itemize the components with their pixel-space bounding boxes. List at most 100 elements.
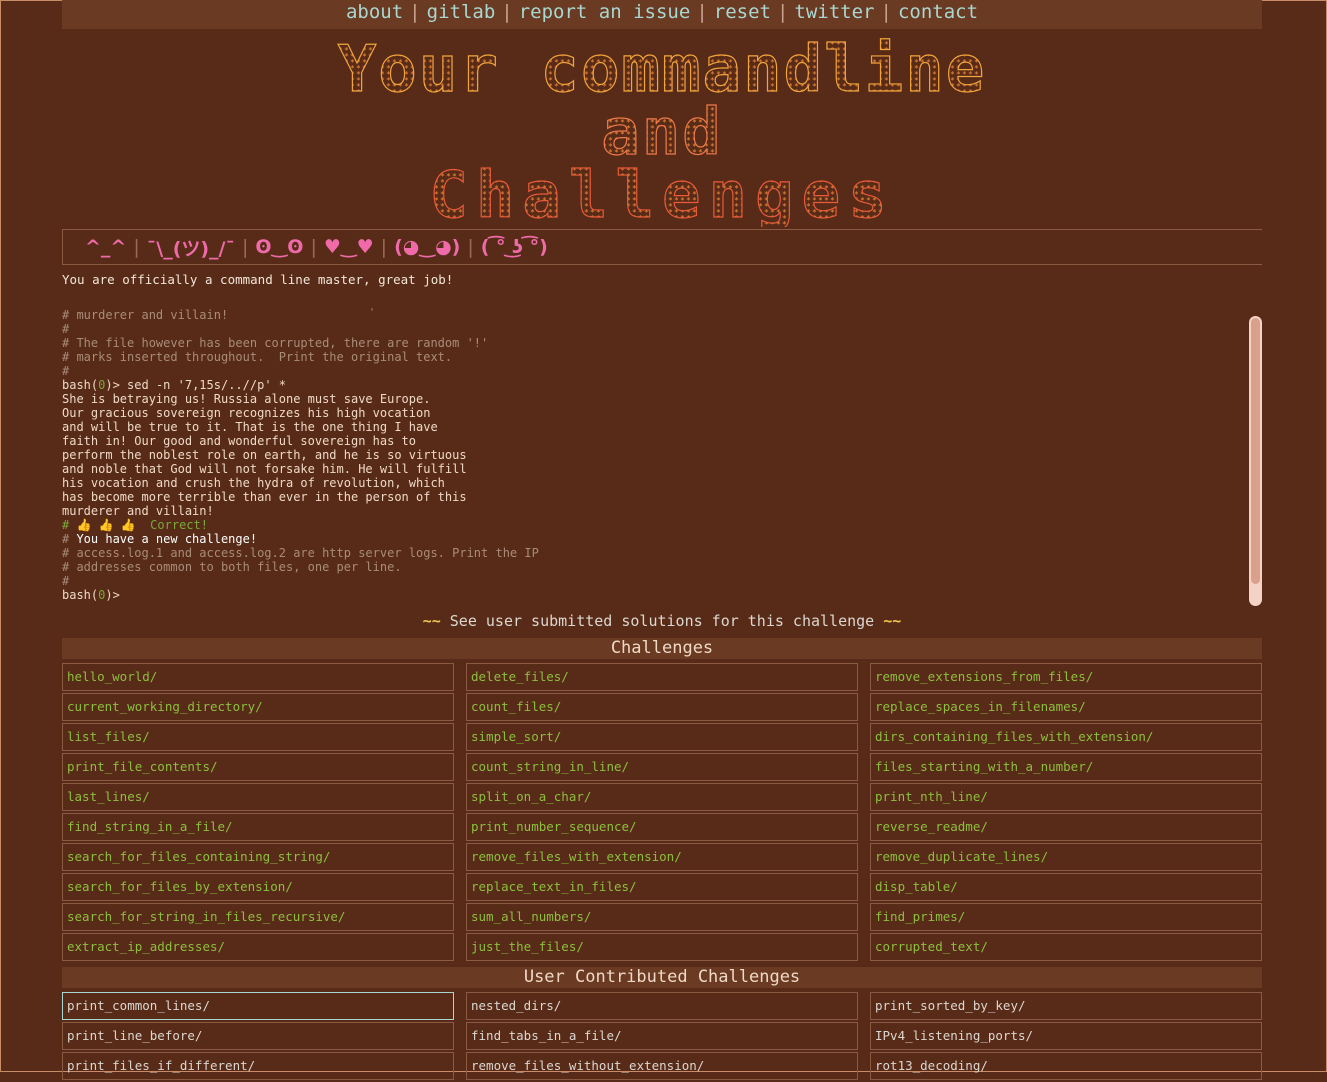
challenge-link[interactable]: remove_files_without_extension/ (466, 1052, 858, 1080)
challenge-link[interactable]: search_for_files_by_extension/ (62, 873, 454, 901)
new-challenge-text: You have a new challenge! (76, 532, 258, 546)
challenge-link[interactable]: current_working_directory/ (62, 693, 454, 721)
challenge-link[interactable]: reverse_readme/ (870, 813, 1262, 841)
challenge-link[interactable]: simple_sort/ (466, 723, 858, 751)
user-solutions-link[interactable]: ~~ See user submitted solutions for this… (62, 610, 1262, 632)
face-button-shrug[interactable]: ¯\_(ツ)_/¯ (143, 234, 239, 261)
challenge-link[interactable]: remove_files_with_extension/ (466, 843, 858, 871)
terminal-line: murderer and villain! (62, 504, 1262, 518)
terminal-line: # (62, 364, 1262, 378)
terminal-line: has become more terrible than ever in th… (62, 490, 1262, 504)
challenge-link[interactable]: find_tabs_in_a_file/ (466, 1022, 858, 1050)
ascii-art-banner: * Your commandline and Challenges (62, 29, 1262, 227)
terminal-tick-mark: ' (369, 307, 376, 318)
challenge-link[interactable]: dirs_containing_files_with_extension/ (870, 723, 1262, 751)
challenge-link[interactable]: print_line_before/ (62, 1022, 454, 1050)
challenge-link[interactable]: split_on_a_char/ (466, 783, 858, 811)
terminal-line: and will be true to it. That is the one … (62, 420, 1262, 434)
terminal-text: and noble that God will not forsake him.… (62, 462, 467, 476)
challenge-link[interactable]: print_nth_line/ (870, 783, 1262, 811)
terminal-line: perform the noblest role on earth, and h… (62, 448, 1262, 462)
nav-twitter-link[interactable]: twitter (794, 1, 874, 23)
terminal-text: has become more terrible than ever in th… (62, 490, 467, 504)
user-challenges-heading: User Contributed Challenges (62, 967, 1262, 988)
terminal-line: # murderer and villain! (62, 308, 1262, 322)
terminal-line: She is betraying us! Russia alone must s… (62, 392, 1262, 406)
terminal-text: and will be true to it. That is the one … (62, 420, 438, 434)
faces-separator: | (467, 236, 474, 258)
challenge-link[interactable]: replace_spaces_in_filenames/ (870, 693, 1262, 721)
user-solutions-link-text[interactable]: See user submitted solutions for this ch… (450, 612, 874, 630)
challenge-link[interactable]: files_starting_with_a_number/ (870, 753, 1262, 781)
challenge-link[interactable]: print_number_sequence/ (466, 813, 858, 841)
terminal-text: # The file however has been corrupted, t… (62, 336, 489, 350)
nav-separator: | (880, 1, 892, 23)
terminal-scrollbar-thumb[interactable] (1251, 318, 1260, 584)
challenge-link[interactable]: delete_files/ (466, 663, 858, 691)
nav-about-link[interactable]: about (346, 1, 403, 23)
faces-separator: | (380, 236, 388, 258)
status-message: You are officially a command line master… (62, 272, 454, 287)
user-challenges-grid: print_common_lines/nested_dirs/print_sor… (62, 992, 1262, 1082)
terminal-line: # The file however has been corrupted, t… (62, 336, 1262, 350)
terminal-text: his vocation and crush the hydra of revo… (62, 476, 445, 490)
challenge-link[interactable]: print_sorted_by_key/ (870, 992, 1262, 1020)
terminal-text: She is betraying us! Russia alone must s… (62, 392, 431, 406)
correct-message: # 👍 👍 👍 Correct! (62, 518, 208, 532)
comment-prefix: # (62, 532, 77, 546)
challenge-link[interactable]: last_lines/ (62, 783, 454, 811)
terminal-line: # 👍 👍 👍 Correct! (62, 518, 1262, 532)
faces-separator: | (133, 236, 140, 258)
challenge-link[interactable]: print_files_if_different/ (62, 1052, 454, 1080)
face-button-happy[interactable]: ^_^ (81, 236, 130, 258)
challenge-link[interactable]: extract_ip_addresses/ (62, 933, 454, 961)
challenge-link[interactable]: remove_extensions_from_files/ (870, 663, 1262, 691)
challenge-link[interactable]: sum_all_numbers/ (466, 903, 858, 931)
terminal-line: and noble that God will not forsake him.… (62, 462, 1262, 476)
banner-line-3: Challenges (429, 159, 894, 227)
nav-reset-link[interactable]: reset (714, 1, 771, 23)
faces-separator: | (310, 236, 317, 258)
terminal-text: # (62, 574, 70, 588)
challenge-link[interactable]: corrupted_text/ (870, 933, 1262, 961)
challenge-link[interactable]: list_files/ (62, 723, 454, 751)
nav-gitlab-link[interactable]: gitlab (427, 1, 496, 23)
challenge-link[interactable]: nested_dirs/ (466, 992, 858, 1020)
nav-contact-link[interactable]: contact (898, 1, 978, 23)
challenge-link[interactable]: count_files/ (466, 693, 858, 721)
challenge-link[interactable]: search_for_files_containing_string/ (62, 843, 454, 871)
challenge-link[interactable]: count_string_in_line/ (466, 753, 858, 781)
nav-separator: | (696, 1, 708, 23)
challenge-link[interactable]: print_common_lines/ (62, 992, 454, 1020)
challenge-link[interactable]: hello_world/ (62, 663, 454, 691)
terminal-scrollbar[interactable] (1249, 316, 1262, 606)
nav-separator: | (409, 1, 421, 23)
nav-report-issue-link[interactable]: report an issue (519, 1, 691, 23)
nav-separator: | (776, 1, 789, 23)
challenge-link[interactable]: print_file_contents/ (62, 753, 454, 781)
challenge-link[interactable]: replace_text_in_files/ (466, 873, 858, 901)
terminal[interactable]: ' # murderer and villain! # # The file how… (62, 307, 1262, 606)
face-button-smile[interactable]: (◕‿◕) (390, 236, 464, 258)
challenge-link[interactable]: IPv4_listening_ports/ (870, 1022, 1262, 1050)
face-button-lenny[interactable]: ( ͡° ͜ʖ ͡°) (477, 236, 552, 258)
command-text: sed -n '7,15s/..//p' * (127, 378, 286, 392)
challenge-link[interactable]: search_for_string_in_files_recursive/ (62, 903, 454, 931)
face-button-surprised[interactable]: ʘ‿ʘ (251, 236, 307, 258)
terminal-line: # access.log.1 and access.log.2 are http… (62, 546, 1262, 560)
terminal-output: # murderer and villain! # # The file howev… (62, 308, 1262, 602)
faces-separator: | (242, 236, 249, 258)
challenge-link[interactable]: rot13_decoding/ (870, 1052, 1262, 1080)
terminal-text: # murderer and villain! (62, 308, 229, 322)
terminal-line: # addresses common to both files, one pe… (62, 560, 1262, 574)
terminal-line: bash(0)> sed -n '7,15s/..//p' * (62, 378, 1262, 392)
terminal-text: # (62, 364, 70, 378)
challenge-link[interactable]: find_primes/ (870, 903, 1262, 931)
challenge-link[interactable]: find_string_in_a_file/ (62, 813, 454, 841)
face-button-love[interactable]: ♥‿♥ (320, 236, 378, 258)
terminal-line: his vocation and crush the hydra of revo… (62, 476, 1262, 490)
challenge-link[interactable]: just_the_files/ (466, 933, 858, 961)
challenge-link[interactable]: disp_table/ (870, 873, 1262, 901)
challenge-link[interactable]: remove_duplicate_lines/ (870, 843, 1262, 871)
terminal-text: faith in! Our good and wonderful soverei… (62, 434, 417, 448)
